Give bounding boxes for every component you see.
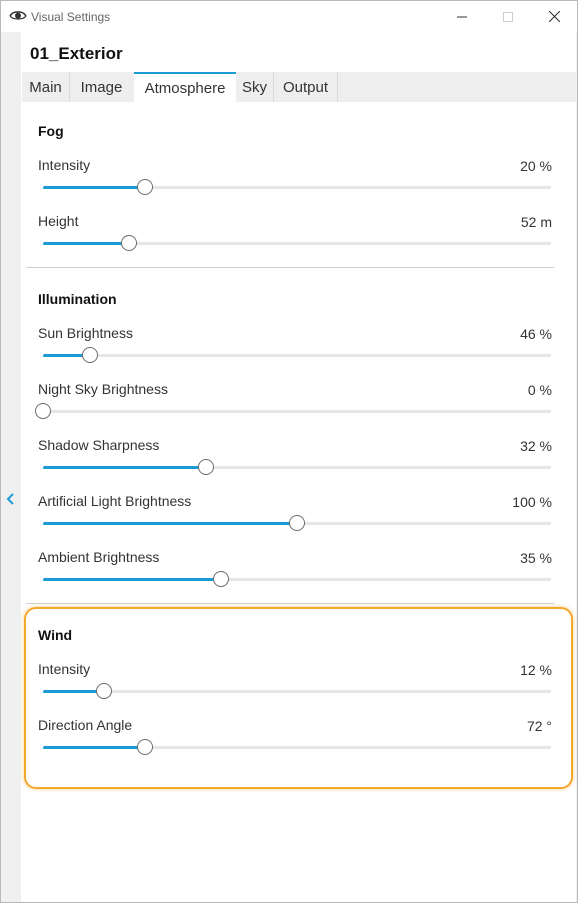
wind-section-title: Wind <box>38 627 73 643</box>
section-divider <box>26 267 554 268</box>
close-button[interactable] <box>531 1 577 32</box>
slider-thumb[interactable] <box>289 515 305 531</box>
eye-icon <box>9 11 27 20</box>
wind-direction-angle-label: Direction Angle <box>38 717 133 733</box>
slider-thumb[interactable] <box>197 459 214 475</box>
wind-direction-angle-slider[interactable] <box>43 739 551 755</box>
wind-intensity-label: Intensity <box>38 661 91 677</box>
slider-track <box>43 410 551 413</box>
tab-bar: Main Image Atmosphere Sky Output <box>22 72 576 102</box>
minimize-icon <box>457 16 467 17</box>
ambient-brightness-value: 35 % <box>520 550 552 566</box>
section-divider <box>26 603 554 604</box>
slider-thumb[interactable] <box>212 571 229 587</box>
sun-brightness-value: 46 % <box>520 326 552 342</box>
close-icon <box>548 11 560 22</box>
slider-fill <box>43 242 130 245</box>
slider-fill <box>43 466 206 469</box>
tab-sky[interactable]: Sky <box>236 72 274 102</box>
slider-thumb[interactable] <box>81 347 98 363</box>
fog-height-label: Height <box>38 213 79 229</box>
tab-atmosphere[interactable]: Atmosphere <box>134 72 236 102</box>
shadow-sharpness-slider[interactable] <box>43 459 551 475</box>
slider-track <box>43 354 551 357</box>
chevron-left-icon[interactable] <box>5 491 17 507</box>
tab-main[interactable]: Main <box>22 72 70 102</box>
side-strip <box>1 32 21 902</box>
slider-fill <box>43 746 145 749</box>
window-title: Visual Settings <box>31 10 111 24</box>
wind-direction-angle-value: 72 ° <box>526 718 552 734</box>
slider-thumb[interactable] <box>136 739 153 755</box>
fog-height-slider[interactable] <box>43 235 551 251</box>
document-title: 01_Exterior <box>30 44 123 63</box>
night-sky-brightness-label: Night Sky Brightness <box>38 381 168 397</box>
sun-brightness-slider[interactable] <box>43 347 551 363</box>
artificial-light-brightness-value: 100 % <box>512 494 552 510</box>
slider-fill <box>43 690 104 693</box>
wind-intensity-slider[interactable] <box>43 683 551 699</box>
slider-track <box>43 690 551 693</box>
tab-output[interactable]: Output <box>274 72 338 102</box>
fog-intensity-label: Intensity <box>38 157 91 173</box>
fog-height-value: 52 m <box>520 214 552 230</box>
slider-thumb[interactable] <box>121 235 138 251</box>
slider-thumb[interactable] <box>95 683 112 699</box>
artificial-light-brightness-label: Artificial Light Brightness <box>38 493 192 509</box>
slider-fill <box>43 522 297 525</box>
slider-fill <box>43 186 145 189</box>
sun-brightness-label: Sun Brightness <box>38 325 133 341</box>
maximize-icon <box>503 11 513 22</box>
minimize-button[interactable] <box>439 1 485 32</box>
shadow-sharpness-value: 32 % <box>520 438 552 454</box>
wind-intensity-value: 12 % <box>520 662 552 678</box>
fog-intensity-value: 20 % <box>520 158 552 174</box>
ambient-brightness-slider[interactable] <box>43 571 551 587</box>
artificial-light-brightness-slider[interactable] <box>43 515 551 531</box>
ambient-brightness-label: Ambient Brightness <box>38 549 160 565</box>
slider-thumb[interactable] <box>136 179 153 195</box>
tab-image[interactable]: Image <box>70 72 133 102</box>
title-bar[interactable]: Visual Settings <box>1 1 577 32</box>
slider-fill <box>43 578 221 581</box>
night-sky-brightness-value: 0 % <box>527 382 552 398</box>
shadow-sharpness-label: Shadow Sharpness <box>38 437 160 453</box>
settings-panel: 01_Exterior Main Image Atmosphere Sky Ou… <box>21 32 576 902</box>
slider-thumb[interactable] <box>35 403 51 419</box>
night-sky-brightness-slider[interactable] <box>35 403 551 419</box>
illumination-section-title: Illumination <box>38 291 117 307</box>
fog-section-title: Fog <box>38 123 64 139</box>
visual-settings-window: Visual Settings 01_Exterior Main Image A… <box>0 0 578 903</box>
maximize-button[interactable] <box>485 1 531 32</box>
fog-intensity-slider[interactable] <box>43 179 551 195</box>
